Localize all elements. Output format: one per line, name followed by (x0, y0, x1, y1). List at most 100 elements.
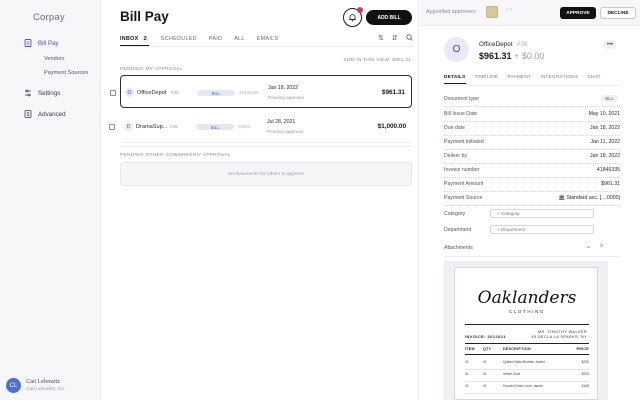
svg-text:$: $ (27, 112, 30, 118)
doc-type-badge: BILL (196, 124, 234, 130)
bell-icon (349, 14, 356, 22)
field-bill-issue-date: Bill Issue Date May 10, 2021 (444, 109, 620, 122)
field-payment-amount: Payment Amount $961.31 (444, 179, 620, 192)
prev-next-arrows[interactable]: ‹ › (506, 7, 512, 13)
page-title: Bill Pay (120, 9, 169, 24)
section-divider (120, 146, 412, 147)
invoice-line: 01 01 Velvet Coat $230 (465, 372, 589, 382)
sidebar-subitem-vendors[interactable]: Vendors (44, 56, 65, 62)
tab-all[interactable]: ALL (234, 36, 245, 46)
user-org: Carl Lebowitz, Inc. (26, 387, 66, 392)
payment-source-value[interactable]: 🏛 Standard acc. [....0000] (558, 195, 620, 201)
bill-row[interactable]: O OfficeDepot #38 BILL 41846335 Jan 18, … (110, 75, 412, 108)
attachment-preview[interactable]: Oaklanders CLOTHING INVOICE: 2012021 MR.… (444, 261, 608, 400)
field-document-type: Document type BILL (444, 94, 620, 107)
sum-in-view: SUM IN THIS VIEW: $961.31 (343, 58, 411, 63)
row-amount: $1,000.00 (377, 123, 406, 130)
department-input[interactable]: + Department (490, 225, 594, 234)
sidebar-item-advanced[interactable]: $ Advanced (24, 110, 66, 118)
sidebar-item-label: Bill Pay (38, 39, 59, 47)
sidebar-item-settings[interactable]: Settings (24, 89, 60, 97)
category-label: Category (444, 211, 466, 217)
bill-row[interactable]: D DramaSup... #39 BILL #2021 Jul 28, 202… (109, 110, 412, 143)
approve-button[interactable]: APPROVE (560, 7, 596, 19)
detail-vendor[interactable]: OfficeDepot #38 (479, 41, 527, 48)
sidebar-item-bill-pay[interactable]: Bill Pay (24, 39, 59, 47)
search-icon[interactable] (406, 34, 413, 43)
vendor-id: #39 (170, 124, 178, 129)
due-date: Jul 28, 2021 (267, 119, 296, 125)
inbox-tabs: INBOX 2 SCHEDULED PAID ALL EMAILS (120, 36, 278, 46)
category-input[interactable]: + Category (490, 209, 594, 218)
empty-state: No documents for others to approve (120, 162, 412, 186)
pending-others-label: PENDING OTHER COWORKERS' APPROVAL (120, 153, 231, 158)
detail-amount: $961.31 + $0.00 (479, 51, 545, 61)
sidebar-item-label: Settings (38, 89, 61, 97)
inbox-count: 2 (141, 36, 149, 42)
attachments-label: Attachments (444, 245, 473, 251)
invoice-brand: Oaklanders (477, 288, 577, 308)
vendor-name: DramaSup... (136, 124, 168, 130)
detail-tabs-divider (444, 85, 620, 86)
field-payment-initiated: Payment initiated Jan 11, 2022 (444, 137, 620, 150)
tab-payment[interactable]: PAYMENT (507, 75, 531, 84)
row-checkbox[interactable] (110, 90, 116, 96)
dollar-icon: $ (24, 110, 32, 118)
approver-avatar[interactable] (486, 6, 498, 18)
tab-chat[interactable]: CHAT (587, 75, 601, 84)
add-bill-button[interactable]: ADD BILL (366, 10, 412, 25)
tab-integrations[interactable]: INTEGRATIONS (540, 75, 578, 84)
tab-emails[interactable]: EMAILS (257, 36, 279, 46)
pending-my-approval-label: PENDING MY APPROVAL (120, 67, 183, 72)
notifications-button[interactable] (343, 7, 363, 27)
zoom-icon[interactable]: ⌕ (600, 243, 603, 250)
notification-badge (357, 7, 363, 13)
invoice-ref: #2021 (238, 124, 251, 129)
more-options-icon[interactable]: ••• (604, 40, 616, 49)
approval-bar: Appointed approvers ‹ › APPROVE DECLINE (420, 0, 640, 26)
bill-detail-panel: Appointed approvers ‹ › APPROVE DECLINE … (420, 0, 640, 400)
sliders-icon (24, 89, 32, 97)
user-profile[interactable]: CL Carl Lebowitz Carl Lebowitz, Inc. (6, 378, 65, 393)
attachments-divider (444, 256, 620, 257)
vendor-avatar: O (125, 88, 134, 97)
invoice-document: Oaklanders CLOTHING INVOICE: 2012021 MR.… (454, 267, 598, 400)
field-deliver-by: Deliver by Jan 18, 2022 (444, 151, 620, 164)
tab-details[interactable]: DETAILS (444, 75, 466, 84)
field-payment-source: Payment Source 🏛 Standard acc. [....0000… (444, 193, 620, 206)
invoice-rule (465, 343, 589, 344)
tab-inbox[interactable]: INBOX 2 (120, 36, 149, 46)
sidebar-subitem-payment-sources[interactable]: Payment Sources (44, 70, 88, 76)
approvers-label: Appointed approvers (426, 9, 476, 15)
tabs-divider (120, 46, 412, 47)
detail-tabs: DETAILS TIMELINE PAYMENT INTEGRATIONS CH… (444, 75, 601, 84)
row-status: Pending approval (268, 95, 304, 100)
sidebar: Corpay Bill Pay Vendors Payment Sources … (0, 0, 101, 400)
tab-scheduled[interactable]: SCHEDULED (161, 36, 197, 46)
invoice-ref: 41846335 (239, 90, 259, 95)
sidebar-item-label: Advanced (38, 110, 66, 118)
filter-icon[interactable]: ⇵ (392, 34, 398, 43)
detail-amount-extra: + $0.00 (514, 51, 545, 61)
field-invoice-number: Invoice number 41846335 (444, 165, 620, 178)
app-logo[interactable]: Corpay (33, 12, 65, 23)
list-tools: ⇅ ⇵ (378, 34, 413, 43)
department-label: Department (444, 227, 472, 233)
sort-icon[interactable]: ⇅ (378, 34, 384, 43)
tab-timeline[interactable]: TIMELINE (475, 75, 499, 84)
user-name: Carl Lebowitz (26, 379, 60, 385)
bill-icon (24, 39, 32, 47)
bill-list-panel: Bill Pay ADD BILL INBOX 2 SCHEDULED PAID … (101, 0, 419, 400)
decline-button[interactable]: DECLINE (600, 7, 636, 19)
invoice-number: INVOICE: 2012021 (465, 334, 506, 339)
tab-paid[interactable]: PAID (209, 36, 222, 46)
avatar: CL (6, 378, 21, 393)
invoice-line: 01 01 Quilted Satin Bomber Jacket $250 (465, 360, 589, 370)
detail-vendor-id: #38 (516, 41, 528, 48)
vendor-avatar: O (444, 37, 469, 62)
row-checkbox[interactable] (109, 124, 115, 130)
vendor-id: #38 (171, 90, 179, 95)
invoice-address: MR. TIMOTHY WALKER 45 DECLA LA SPARKS, N… (531, 330, 587, 339)
invoice-brand-sub: CLOTHING (508, 309, 546, 314)
chevron-down-icon[interactable]: ⌄ (586, 243, 591, 250)
